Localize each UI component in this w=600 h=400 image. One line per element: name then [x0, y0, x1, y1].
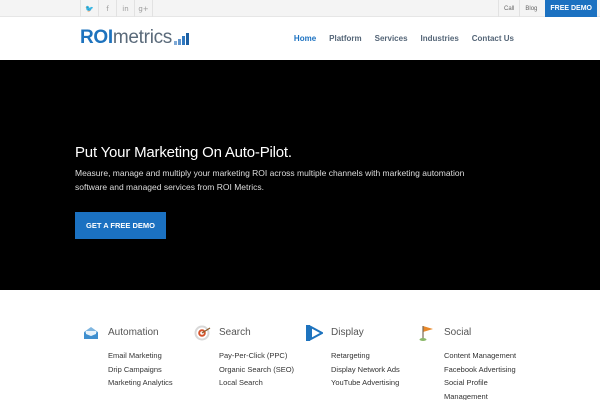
feature-title: Search: [219, 327, 251, 338]
list-item[interactable]: YouTube Advertising: [331, 376, 400, 390]
list-item[interactable]: Retargeting: [331, 349, 400, 363]
list-item[interactable]: Marketing Analytics: [108, 376, 173, 390]
feature-title: Social: [444, 327, 472, 338]
list-item[interactable]: Display Network Ads: [331, 363, 400, 377]
list-item[interactable]: Local Search: [219, 376, 294, 390]
list-item[interactable]: Management: [444, 390, 516, 400]
hero-title: Put Your Marketing On Auto-Pilot.: [75, 144, 292, 161]
nav-industries[interactable]: Industries: [421, 34, 459, 43]
logo-metrics-text: metrics: [112, 27, 173, 48]
feature-list: Email Marketing Drip Campaigns Marketing…: [108, 349, 173, 390]
utility-links: Call Blog FREE DEMO: [498, 0, 600, 17]
list-item[interactable]: Organic Search (SEO): [219, 363, 294, 377]
logo-bars-icon: [174, 33, 190, 45]
flag-icon: [419, 326, 433, 341]
list-item[interactable]: Drip Campaigns: [108, 363, 173, 377]
roimetrics-logo[interactable]: ROImetrics: [80, 27, 190, 49]
top-utility-bar: 🐦 f in g+ Call Blog FREE DEMO: [0, 0, 600, 17]
nav-home[interactable]: Home: [294, 34, 316, 43]
logo-roi-text: ROI: [80, 27, 113, 48]
list-item[interactable]: Pay-Per-Click (PPC): [219, 349, 294, 363]
get-free-demo-button[interactable]: GET A FREE DEMO: [75, 212, 166, 239]
list-item[interactable]: Email Marketing: [108, 349, 173, 363]
features-section: Automation Email Marketing Drip Campaign…: [0, 290, 600, 400]
facebook-icon[interactable]: f: [99, 0, 117, 17]
linkedin-icon[interactable]: in: [117, 0, 135, 17]
feature-title: Display: [331, 327, 364, 338]
feature-list: Content Management Facebook Advertising …: [444, 349, 516, 400]
feature-list: Pay-Per-Click (PPC) Organic Search (SEO)…: [219, 349, 294, 390]
hero-subtitle: Measure, manage and multiply your market…: [75, 168, 465, 192]
main-nav: Home Platform Services Industries Contac…: [281, 17, 514, 60]
free-demo-button[interactable]: FREE DEMO: [545, 0, 597, 17]
feature-title: Automation: [108, 327, 159, 338]
call-link[interactable]: Call: [498, 0, 519, 17]
google-plus-icon[interactable]: g+: [135, 0, 153, 17]
feature-list: Retargeting Display Network Ads YouTube …: [331, 349, 400, 390]
blog-link[interactable]: Blog: [519, 0, 542, 17]
twitter-icon[interactable]: 🐦: [81, 0, 99, 17]
hero-section: Put Your Marketing On Auto-Pilot. Measur…: [0, 60, 600, 290]
list-item[interactable]: Content Management: [444, 349, 516, 363]
site-header: ROImetrics Home Platform Services Indust…: [0, 17, 600, 60]
target-icon: [194, 325, 211, 341]
play-display-icon: [306, 325, 323, 341]
nav-services[interactable]: Services: [375, 34, 408, 43]
nav-contact-us[interactable]: Contact Us: [472, 34, 514, 43]
envelope-tray-icon: [84, 327, 98, 339]
social-links: 🐦 f in g+: [80, 0, 153, 17]
list-item[interactable]: Facebook Advertising: [444, 363, 516, 377]
nav-platform[interactable]: Platform: [329, 34, 361, 43]
list-item[interactable]: Social Profile: [444, 376, 516, 390]
